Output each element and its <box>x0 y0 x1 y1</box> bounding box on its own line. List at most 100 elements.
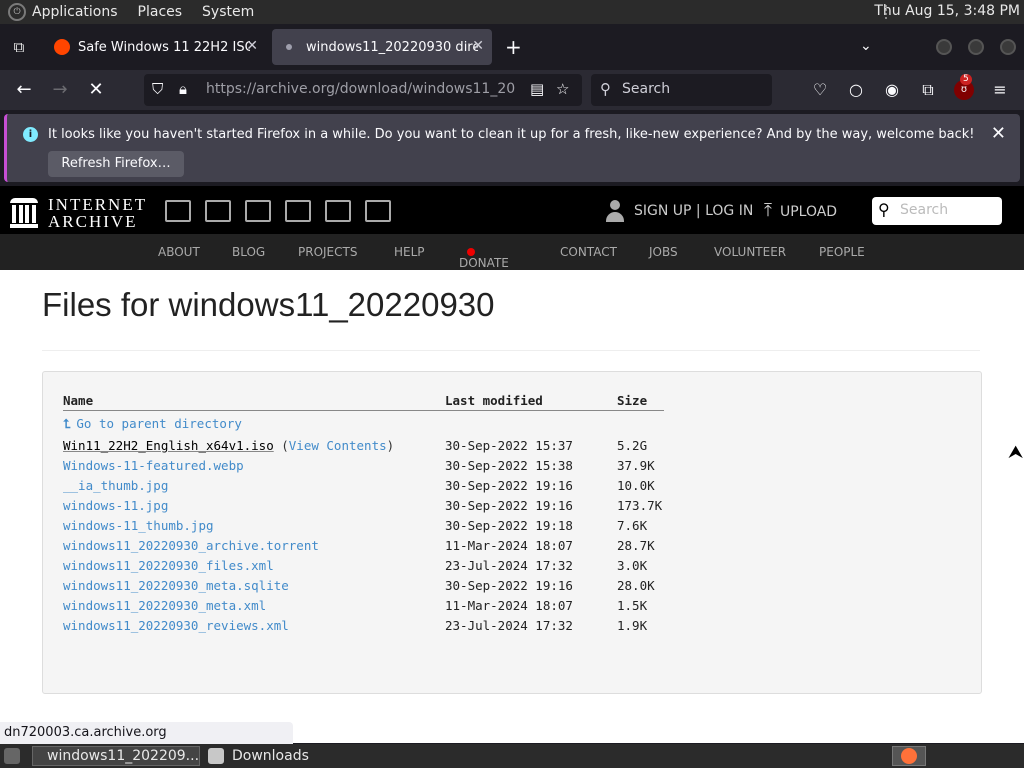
media-icons <box>165 200 405 227</box>
texts-icon[interactable] <box>205 200 231 222</box>
account-circle-icon[interactable]: ○ <box>846 80 866 100</box>
taskbar-item-label: Downloads <box>232 748 309 764</box>
images-icon[interactable] <box>365 200 391 222</box>
system-menu[interactable]: System <box>202 4 254 20</box>
folder-icon <box>208 748 224 764</box>
nav-volunteer[interactable]: VOLUNTEER <box>714 245 786 259</box>
mouse-cursor-icon: ⮝ <box>1008 442 1024 463</box>
file-link[interactable]: windows11_20220930_meta.sqlite <box>63 578 289 593</box>
profile-icon[interactable]: ◉ <box>882 80 902 100</box>
signup-login-link[interactable]: SIGN UP | LOG IN <box>606 200 753 222</box>
applications-menu[interactable]: Applications <box>32 4 118 20</box>
ia-logo[interactable]: INTERNET ARCHIVE <box>10 196 147 230</box>
ia-search-placeholder: Search <box>900 202 949 218</box>
search-placeholder: Search <box>622 81 671 97</box>
hamburger-menu-icon[interactable]: ≡ <box>990 80 1010 100</box>
file-link[interactable]: __ia_thumb.jpg <box>63 478 168 493</box>
modified-cell: 30-Sep-2022 15:37 <box>445 438 573 453</box>
modified-cell: 30-Sep-2022 19:16 <box>445 498 573 513</box>
url-bar[interactable]: ⛉ 🔒︎ https://archive.org/download/window… <box>144 74 582 106</box>
shield-icon[interactable]: ⛉ <box>152 80 163 98</box>
file-link[interactable]: Windows-11-featured.webp <box>63 458 244 473</box>
table-row: windows11_20220930_archive.torrent 11-Ma… <box>43 538 943 558</box>
bottom-taskbar: windows11_202209... Downloads <box>0 744 1024 768</box>
extensions-icon[interactable]: ⧉ <box>918 80 938 100</box>
firefox-view-icon[interactable]: ⧉ <box>8 36 30 58</box>
top-panel: ⏻ Applications Places System Thu Aug 15,… <box>0 0 1024 24</box>
modified-cell: 11-Mar-2024 18:07 <box>445 538 573 553</box>
size-cell: 7.6K <box>617 518 648 533</box>
nav-blog[interactable]: BLOG <box>232 245 265 259</box>
taskbar-downloads-window[interactable]: Downloads <box>202 746 370 766</box>
nav-projects[interactable]: PROJECTS <box>298 245 357 259</box>
nav-help[interactable]: HELP <box>394 245 425 259</box>
signup-text: SIGN UP | LOG IN <box>634 203 754 219</box>
upload-link[interactable]: ⤒ UPLOAD <box>764 200 837 221</box>
places-menu[interactable]: Places <box>138 4 183 20</box>
table-row: windows-11.jpg 30-Sep-2022 19:16 173.7K <box>43 498 943 518</box>
modified-cell: 30-Sep-2022 19:16 <box>445 478 573 493</box>
close-tab-icon[interactable]: ✕ <box>472 38 484 54</box>
tab-archive[interactable]: windows11_20220930 direc ✕ <box>272 29 492 65</box>
web-icon[interactable] <box>165 200 191 222</box>
table-row: windows-11_thumb.jpg 30-Sep-2022 19:18 7… <box>43 518 943 538</box>
nav-people[interactable]: PEOPLE <box>819 245 865 259</box>
upload-icon: ⤒ <box>764 200 772 221</box>
stop-loading-icon[interactable]: ✕ <box>84 78 108 102</box>
view-contents-wrapper: (View Contents) <box>281 438 395 453</box>
nav-about[interactable]: ABOUT <box>158 245 200 259</box>
taskbar-firefox-window[interactable]: windows11_202209... <box>32 746 200 766</box>
parent-directory-link[interactable]: ⮤ Go to parent directory <box>63 416 242 432</box>
file-link[interactable]: windows-11.jpg <box>63 498 168 513</box>
file-link[interactable]: Win11_22H2_English_x64v1.iso <box>63 438 274 453</box>
refresh-firefox-notification: i It looks like you haven't started Fire… <box>4 114 1020 182</box>
file-link[interactable]: windows11_20220930_archive.torrent <box>63 538 319 553</box>
new-tab-icon[interactable]: + <box>505 37 522 57</box>
file-link[interactable]: windows11_20220930_reviews.xml <box>63 618 289 633</box>
audio-icon[interactable] <box>285 200 311 222</box>
file-link[interactable]: windows-11_thumb.jpg <box>63 518 214 533</box>
tab-title: Safe Windows 11 22H2 ISO | r <box>78 39 250 55</box>
file-link[interactable]: windows11_20220930_meta.xml <box>63 598 266 613</box>
bookmark-star-icon[interactable]: ☆ <box>556 80 569 98</box>
tab-reddit[interactable]: Safe Windows 11 22H2 ISO | r ✕ <box>44 29 266 65</box>
software-icon[interactable] <box>325 200 351 222</box>
status-bar: dn720003.ca.archive.org <box>0 722 293 744</box>
minimize-icon[interactable] <box>936 39 952 55</box>
file-link[interactable]: windows11_20220930_files.xml <box>63 558 274 573</box>
show-desktop-button[interactable] <box>0 746 26 766</box>
nav-contact[interactable]: CONTACT <box>560 245 617 259</box>
workspace-switcher[interactable] <box>892 746 926 766</box>
maximize-icon[interactable] <box>968 39 984 55</box>
pocket-icon[interactable]: ♡ <box>810 80 830 100</box>
table-row: windows11_20220930_meta.sqlite 30-Sep-20… <box>43 578 943 598</box>
size-cell: 10.0K <box>617 478 655 493</box>
close-icon[interactable]: ✕ <box>991 123 1006 144</box>
nav-donate[interactable]: DONATE <box>459 245 509 270</box>
modified-cell: 23-Jul-2024 17:32 <box>445 618 573 633</box>
url-text[interactable]: https://archive.org/download/windows11_2… <box>206 81 516 97</box>
web-page: INTERNET ARCHIVE SIGN UP | LOG IN ⤒ UPLOA… <box>0 186 1024 743</box>
logo-line-1: INTERNET <box>48 195 148 214</box>
size-cell: 173.7K <box>617 498 663 513</box>
back-icon[interactable]: ← <box>12 78 36 102</box>
gnome-foot-icon[interactable]: ⏻ <box>8 3 26 21</box>
logo-line-2: ARCHIVE <box>48 212 138 231</box>
table-row: windows11_20220930_meta.xml 11-Mar-2024 … <box>43 598 943 618</box>
reader-view-icon[interactable]: ▤ <box>530 80 544 98</box>
lock-icon[interactable]: 🔒︎ <box>179 80 187 98</box>
file-listing: Name Last modified Size ⮤ Go to parent di… <box>42 371 982 694</box>
clock[interactable]: Thu Aug 15, 3:48 PM <box>874 3 1020 19</box>
nav-jobs[interactable]: JOBS <box>649 245 678 259</box>
search-input[interactable]: ⚲ Search <box>591 74 772 106</box>
video-icon[interactable] <box>245 200 271 222</box>
close-tab-icon[interactable]: ✕ <box>246 38 258 54</box>
ia-search-input[interactable]: ⚲ Search <box>872 197 1002 225</box>
parent-link-text: Go to parent directory <box>76 416 242 431</box>
list-all-tabs-icon[interactable]: ⌄ <box>860 38 872 54</box>
close-window-icon[interactable] <box>1000 39 1016 55</box>
divider <box>42 350 980 351</box>
view-contents-link[interactable]: View Contents <box>289 438 387 453</box>
forward-icon[interactable]: → <box>48 78 72 102</box>
refresh-firefox-button[interactable]: Refresh Firefox… <box>48 151 184 177</box>
